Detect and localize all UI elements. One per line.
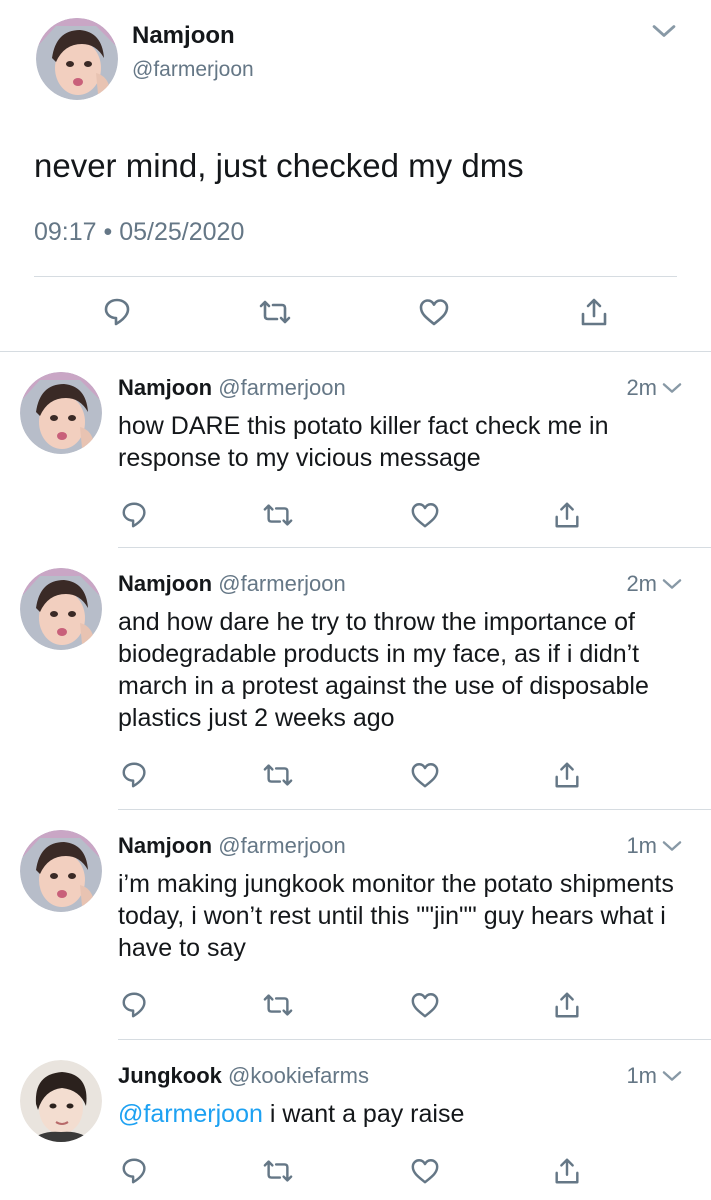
reply-icon[interactable] — [120, 500, 150, 530]
like-icon[interactable] — [410, 990, 440, 1020]
author-handle[interactable]: @farmerjoon — [132, 58, 254, 82]
avatar[interactable] — [20, 1060, 102, 1142]
avatar[interactable] — [20, 830, 102, 912]
tweet-header: Jungkook @kookiefarms — [118, 1062, 369, 1090]
tweet-text: and how dare he try to throw the importa… — [118, 608, 649, 732]
divider — [34, 276, 677, 277]
tweet-time: 1m — [626, 833, 657, 858]
author-name[interactable]: Namjoon — [118, 375, 212, 400]
tweet-text: i’m making jungkook monitor the potato s… — [118, 870, 674, 962]
tweet-text: how DARE this potato killer fact check m… — [118, 412, 609, 472]
author-name[interactable]: Jungkook — [118, 1063, 222, 1088]
like-icon[interactable] — [410, 500, 440, 530]
tweet-date: 05/25/2020 — [119, 218, 245, 246]
reply-icon[interactable] — [102, 296, 134, 328]
reply-icon[interactable] — [120, 990, 150, 1020]
action-bar — [0, 760, 711, 794]
tweet-text: @farmerjoon i want a pay raise — [118, 1098, 698, 1130]
reply-tweet[interactable]: Namjoon @farmerjoon 1m i’m making jungko… — [0, 810, 711, 1040]
chevron-down-icon[interactable] — [661, 1067, 683, 1085]
like-icon[interactable] — [418, 296, 450, 328]
author-name[interactable]: Namjoon — [132, 22, 235, 50]
tweet-time: 09:17 — [34, 218, 97, 246]
mention-link[interactable]: @farmerjoon — [118, 1100, 263, 1128]
main-tweet: Namjoon @farmerjoon never mind, just che… — [0, 0, 711, 352]
author-handle[interactable]: @farmerjoon — [218, 375, 346, 400]
retweet-icon[interactable] — [262, 760, 294, 790]
retweet-icon[interactable] — [262, 500, 294, 530]
reply-tweet[interactable]: Namjoon @farmerjoon 2m how DARE this pot… — [0, 352, 711, 548]
chevron-down-icon[interactable] — [661, 379, 683, 397]
author-handle[interactable]: @farmerjoon — [218, 571, 346, 596]
action-bar — [0, 990, 711, 1024]
retweet-icon[interactable] — [262, 990, 294, 1020]
chevron-down-icon[interactable] — [661, 575, 683, 593]
chevron-down-icon[interactable] — [661, 837, 683, 855]
avatar[interactable] — [20, 372, 102, 454]
tweet-time-group: 1m — [626, 1062, 683, 1090]
tweet-time-group: 2m — [626, 374, 683, 402]
tweet-header: Namjoon @farmerjoon — [118, 570, 346, 598]
tweet-timestamp: 09:17 • 05/25/2020 — [34, 218, 244, 247]
like-icon[interactable] — [410, 1156, 440, 1186]
tweet-time-group: 2m — [626, 570, 683, 598]
action-bar — [0, 296, 711, 332]
share-icon[interactable] — [552, 500, 582, 530]
avatar[interactable] — [36, 18, 118, 100]
tweet-time: 1m — [626, 1063, 657, 1088]
retweet-icon[interactable] — [258, 296, 292, 328]
avatar[interactable] — [20, 568, 102, 650]
reply-icon[interactable] — [120, 760, 150, 790]
chevron-down-icon[interactable] — [650, 20, 678, 42]
reply-tweet[interactable]: Namjoon @farmerjoon 2m and how dare he t… — [0, 548, 711, 810]
share-icon[interactable] — [552, 990, 582, 1020]
reply-icon[interactable] — [120, 1156, 150, 1186]
author-name[interactable]: Namjoon — [118, 571, 212, 596]
tweet-time-group: 1m — [626, 832, 683, 860]
tweet-time: 2m — [626, 375, 657, 400]
tweet-header: Namjoon @farmerjoon — [118, 832, 346, 860]
like-icon[interactable] — [410, 760, 440, 790]
share-icon[interactable] — [552, 1156, 582, 1186]
action-bar — [0, 500, 711, 534]
reply-tweet[interactable]: Jungkook @kookiefarms 1m @farmerjoon i w… — [0, 1040, 711, 1200]
tweet-time: 2m — [626, 571, 657, 596]
tweet-text-rest: i want a pay raise — [262, 1100, 465, 1128]
tweet-header: Namjoon @farmerjoon — [118, 374, 346, 402]
timestamp-separator: • — [103, 218, 113, 246]
tweet-text: never mind, just checked my dms — [34, 147, 524, 184]
author-handle[interactable]: @kookiefarms — [228, 1063, 369, 1088]
retweet-icon[interactable] — [262, 1156, 294, 1186]
share-icon[interactable] — [578, 296, 610, 328]
share-icon[interactable] — [552, 760, 582, 790]
action-bar — [0, 1156, 711, 1190]
author-name[interactable]: Namjoon — [118, 833, 212, 858]
author-handle[interactable]: @farmerjoon — [218, 833, 346, 858]
